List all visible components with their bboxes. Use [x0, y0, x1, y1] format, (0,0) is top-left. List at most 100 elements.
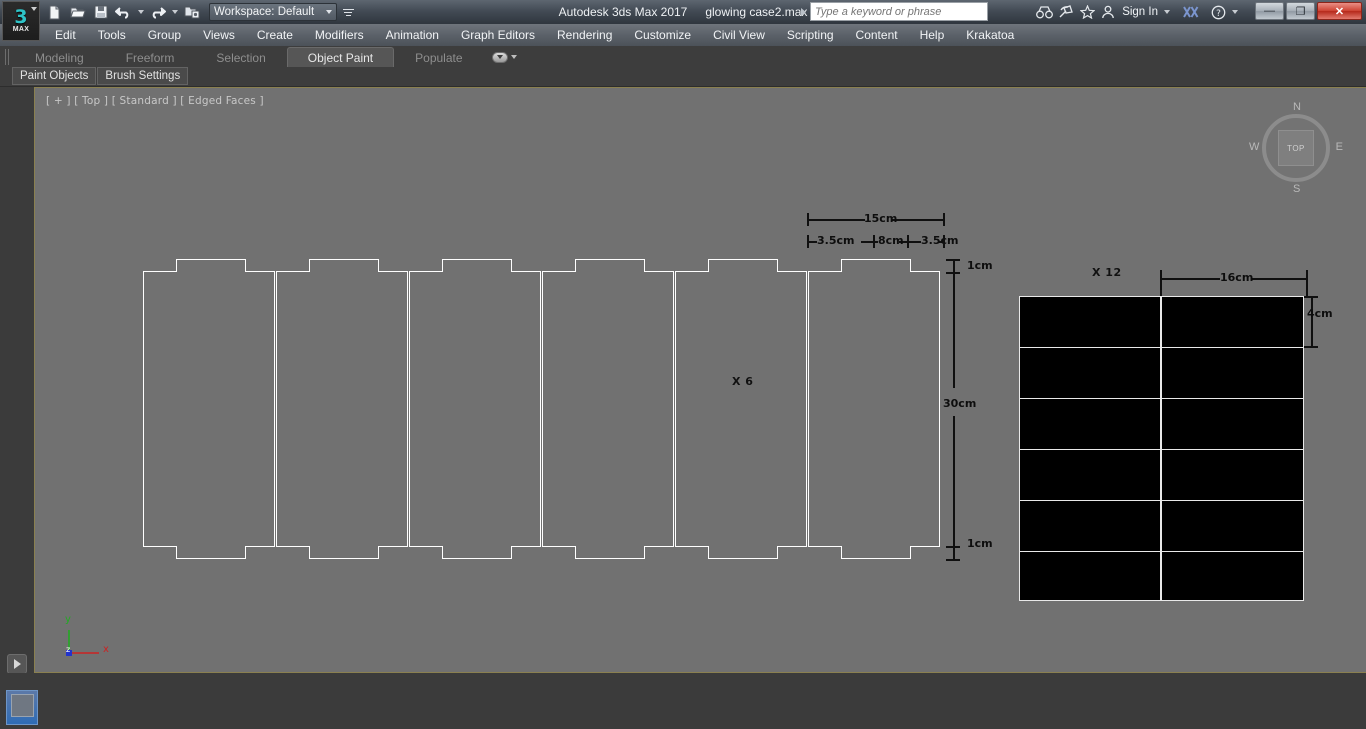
star-icon[interactable]: [1080, 2, 1096, 22]
subtab-paint-objects[interactable]: Paint Objects: [12, 67, 97, 85]
ribbon-tab-object-paint[interactable]: Object Paint: [286, 47, 395, 67]
ribbon-overflow-dropdown[interactable]: [484, 47, 525, 67]
grid-cell-r1c2[interactable]: [1161, 296, 1304, 348]
menu-item-scripting[interactable]: Scripting: [776, 24, 845, 46]
ribbon-tab-populate[interactable]: Populate: [394, 47, 483, 67]
menu-item-civil-view[interactable]: Civil View: [702, 24, 776, 46]
undo-dropdown-icon[interactable]: [136, 2, 145, 22]
panel-body-2[interactable]: [276, 271, 408, 547]
dim-35cm-left-tick-a: [807, 235, 809, 248]
panel-body-1[interactable]: [143, 271, 275, 547]
menu-item-modifiers[interactable]: Modifiers: [304, 24, 375, 46]
grid-cell-r3c1[interactable]: [1019, 398, 1161, 450]
menu-item-edit[interactable]: Edit: [44, 24, 87, 46]
workspace-menu-icon[interactable]: [341, 3, 355, 21]
close-button[interactable]: ✕: [1317, 2, 1362, 20]
title-bar: Autodesk 3ds Max 2017 glowing case2.max: [0, 0, 1366, 24]
viewport-label[interactable]: [ + ] [ Top ] [ Standard ] [ Edged Faces…: [46, 95, 264, 107]
grid-cell-r5c1[interactable]: [1019, 500, 1161, 552]
menu-item-create[interactable]: Create: [246, 24, 304, 46]
viewcube-north-label[interactable]: N: [1293, 101, 1301, 113]
grid-cell-r5c2[interactable]: [1161, 500, 1304, 552]
sign-in-dropdown-icon[interactable]: [1164, 10, 1170, 14]
viewcube[interactable]: TOP N E S W: [1248, 100, 1344, 196]
grid-cell-r2c2[interactable]: [1161, 347, 1304, 399]
panel-top-tab-1[interactable]: [176, 259, 246, 272]
panel-bottom-tab-2[interactable]: [309, 546, 379, 559]
panel-top-tab-4[interactable]: [575, 259, 645, 272]
ribbon-tab-selection[interactable]: Selection: [195, 47, 286, 67]
grid-cell-r2c1[interactable]: [1019, 347, 1161, 399]
maximize-button[interactable]: ❐: [1286, 2, 1315, 20]
dim-35cm-left-label: 3.5cm: [817, 234, 855, 247]
grid-cell-r3c2[interactable]: [1161, 398, 1304, 450]
panel-bottom-tab-3[interactable]: [442, 546, 512, 559]
menu-item-krakatoa[interactable]: Krakatoa: [955, 24, 1025, 46]
search-input[interactable]: [815, 5, 983, 18]
viewcube-face-top[interactable]: TOP: [1278, 130, 1314, 166]
menu-item-graph-editors[interactable]: Graph Editors: [450, 24, 546, 46]
panel-bottom-tab-1[interactable]: [176, 546, 246, 559]
search-box[interactable]: [810, 2, 988, 21]
menu-item-help[interactable]: Help: [909, 24, 956, 46]
redo-icon[interactable]: [147, 2, 168, 22]
grid-cell-r6c1[interactable]: [1019, 551, 1161, 601]
autodesk-x-icon[interactable]: [1182, 2, 1199, 22]
grid-group[interactable]: [1019, 296, 1304, 601]
grid-cell-r6c2[interactable]: [1161, 551, 1304, 601]
redo-dropdown-icon[interactable]: [170, 2, 179, 22]
ribbon-tab-modeling[interactable]: Modeling: [14, 47, 105, 67]
dim-16cm-line-left: [1160, 278, 1220, 280]
binoculars-icon[interactable]: [1036, 2, 1054, 22]
expand-panel-button[interactable]: [7, 654, 27, 674]
ribbon-tab-freeform[interactable]: Freeform: [105, 47, 196, 67]
grid-cell-r1c1[interactable]: [1019, 296, 1161, 348]
viewport-layout-button[interactable]: [6, 690, 38, 725]
grid-cell-r4c2[interactable]: [1161, 449, 1304, 501]
menu-item-tools[interactable]: Tools: [87, 24, 137, 46]
dim-1cm-bottom-line: [953, 547, 955, 559]
menu-item-animation[interactable]: Animation: [375, 24, 450, 46]
panel-body-4[interactable]: [542, 271, 674, 547]
sign-in-label[interactable]: Sign In: [1122, 6, 1158, 18]
menu-item-views[interactable]: Views: [192, 24, 246, 46]
viewcube-west-label[interactable]: W: [1249, 141, 1259, 153]
panel-top-tab-6[interactable]: [841, 259, 911, 272]
search-expand-icon[interactable]: [796, 2, 810, 21]
user-icon[interactable]: [1101, 2, 1115, 22]
ribbon-grip[interactable]: [2, 47, 12, 67]
set-project-folder-icon[interactable]: [181, 2, 202, 22]
grid-cell-r4c1[interactable]: [1019, 449, 1161, 501]
menu-item-rendering[interactable]: Rendering: [546, 24, 623, 46]
panel-body-5[interactable]: [675, 271, 807, 547]
save-file-icon[interactable]: [90, 2, 111, 22]
help-dropdown-icon[interactable]: [1232, 10, 1238, 14]
panel-top-tab-5[interactable]: [708, 259, 778, 272]
menu-item-group[interactable]: Group: [137, 24, 192, 46]
new-file-icon[interactable]: [44, 2, 65, 22]
help-icon[interactable]: ?: [1211, 2, 1226, 22]
panel-bottom-tab-5[interactable]: [708, 546, 778, 559]
panel-bottom-tab-6[interactable]: [841, 546, 911, 559]
subtab-brush-settings[interactable]: Brush Settings: [97, 67, 189, 85]
satellite-icon[interactable]: [1059, 2, 1074, 22]
panel-body-3[interactable]: [409, 271, 541, 547]
open-file-icon[interactable]: [67, 2, 88, 22]
panel-body-6[interactable]: [808, 271, 940, 547]
minimize-button[interactable]: —: [1255, 2, 1284, 20]
app-menu-button[interactable]: 3 MAX: [2, 1, 40, 41]
viewport-top[interactable]: [ + ] [ Top ] [ Standard ] [ Edged Faces…: [34, 87, 1366, 673]
viewcube-east-label[interactable]: E: [1336, 141, 1343, 153]
viewcube-south-label[interactable]: S: [1293, 183, 1300, 195]
dim-4cm-line: [1311, 296, 1313, 347]
dim-1cm-bottom-tick-b: [946, 559, 960, 561]
menu-item-customize[interactable]: Customize: [623, 24, 702, 46]
undo-icon[interactable]: [113, 2, 134, 22]
axis-label-y: y: [65, 614, 71, 625]
panel-bottom-tab-4[interactable]: [575, 546, 645, 559]
menu-item-content[interactable]: Content: [845, 24, 909, 46]
workspace-selector[interactable]: Workspace: Default: [209, 3, 337, 21]
panel-top-tab-3[interactable]: [442, 259, 512, 272]
panel-top-tab-2[interactable]: [309, 259, 379, 272]
dim-4cm-tick-b: [1304, 346, 1318, 348]
